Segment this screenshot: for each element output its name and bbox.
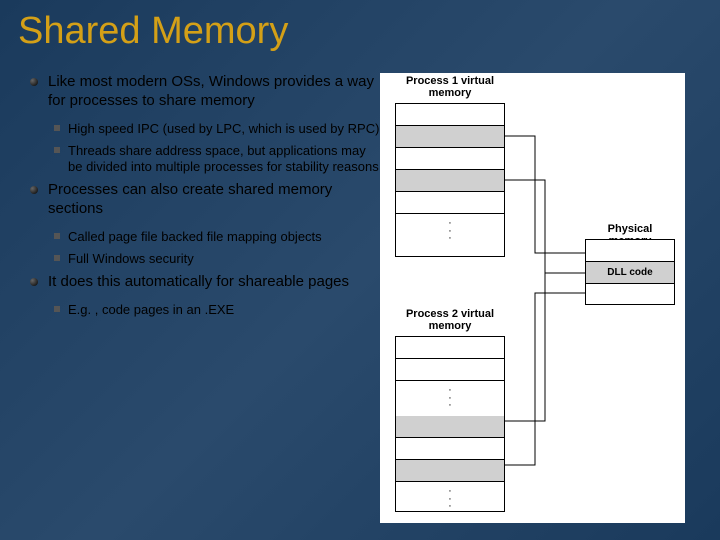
memory-cell bbox=[586, 284, 674, 306]
slide-content: Like most modern OSs, Windows provides a… bbox=[0, 53, 720, 523]
text-column: Like most modern OSs, Windows provides a… bbox=[30, 73, 380, 523]
bullet-square-icon bbox=[54, 125, 60, 131]
vertical-dots-icon: ··· bbox=[396, 482, 504, 517]
bullet-square-icon bbox=[54, 147, 60, 153]
bullet-text: Processes can also create shared memory … bbox=[48, 181, 380, 219]
bullet-dot-icon bbox=[30, 186, 38, 194]
memory-cell bbox=[396, 359, 504, 381]
dll-code-cell: DLL code bbox=[586, 262, 674, 284]
memory-cell-shared bbox=[396, 460, 504, 482]
bullet-text: Full Windows security bbox=[68, 251, 194, 267]
memory-cell bbox=[396, 148, 504, 170]
memory-cell bbox=[396, 192, 504, 214]
process2-label: Process 2 virtual memory bbox=[395, 308, 505, 332]
bullet-text: High speed IPC (used by LPC, which is us… bbox=[68, 121, 379, 137]
vertical-dots-icon: ··· bbox=[396, 381, 504, 416]
memory-cell-shared bbox=[396, 126, 504, 148]
bullet-square-icon bbox=[54, 233, 60, 239]
bullet-level2: E.g. , code pages in an .EXE bbox=[54, 302, 380, 318]
bullet-dot-icon bbox=[30, 278, 38, 286]
memory-cell bbox=[396, 337, 504, 359]
slide-title: Shared Memory bbox=[0, 0, 720, 53]
memory-cell bbox=[396, 104, 504, 126]
process2-memory: ··· ··· bbox=[395, 336, 505, 512]
memory-cell bbox=[586, 240, 674, 262]
bullet-text: Like most modern OSs, Windows provides a… bbox=[48, 73, 380, 111]
bullet-level1: Processes can also create shared memory … bbox=[30, 181, 380, 219]
memory-diagram: Process 1 virtual memory ··· Process 2 v… bbox=[380, 73, 685, 523]
bullet-level2: High speed IPC (used by LPC, which is us… bbox=[54, 121, 380, 137]
memory-cell bbox=[396, 249, 504, 271]
bullet-text: E.g. , code pages in an .EXE bbox=[68, 302, 234, 318]
bullet-level2: Threads share address space, but applica… bbox=[54, 143, 380, 176]
bullet-level2: Full Windows security bbox=[54, 251, 380, 267]
bullet-dot-icon bbox=[30, 78, 38, 86]
memory-cell-shared bbox=[396, 170, 504, 192]
memory-cell bbox=[396, 438, 504, 460]
process1-memory: ··· bbox=[395, 103, 505, 257]
vertical-dots-icon: ··· bbox=[396, 214, 504, 249]
bullet-square-icon bbox=[54, 255, 60, 261]
bullet-text: It does this automatically for shareable… bbox=[48, 273, 349, 292]
diagram-column: Process 1 virtual memory ··· Process 2 v… bbox=[380, 73, 690, 523]
bullet-text: Threads share address space, but applica… bbox=[68, 143, 380, 176]
bullet-level1: It does this automatically for shareable… bbox=[30, 273, 380, 292]
bullet-text: Called page file backed file mapping obj… bbox=[68, 229, 322, 245]
process1-label: Process 1 virtual memory bbox=[395, 75, 505, 99]
bullet-level1: Like most modern OSs, Windows provides a… bbox=[30, 73, 380, 111]
physical-memory: DLL code bbox=[585, 239, 675, 305]
memory-cell-shared bbox=[396, 416, 504, 438]
bullet-square-icon bbox=[54, 306, 60, 312]
memory-cell bbox=[396, 517, 504, 539]
bullet-level2: Called page file backed file mapping obj… bbox=[54, 229, 380, 245]
